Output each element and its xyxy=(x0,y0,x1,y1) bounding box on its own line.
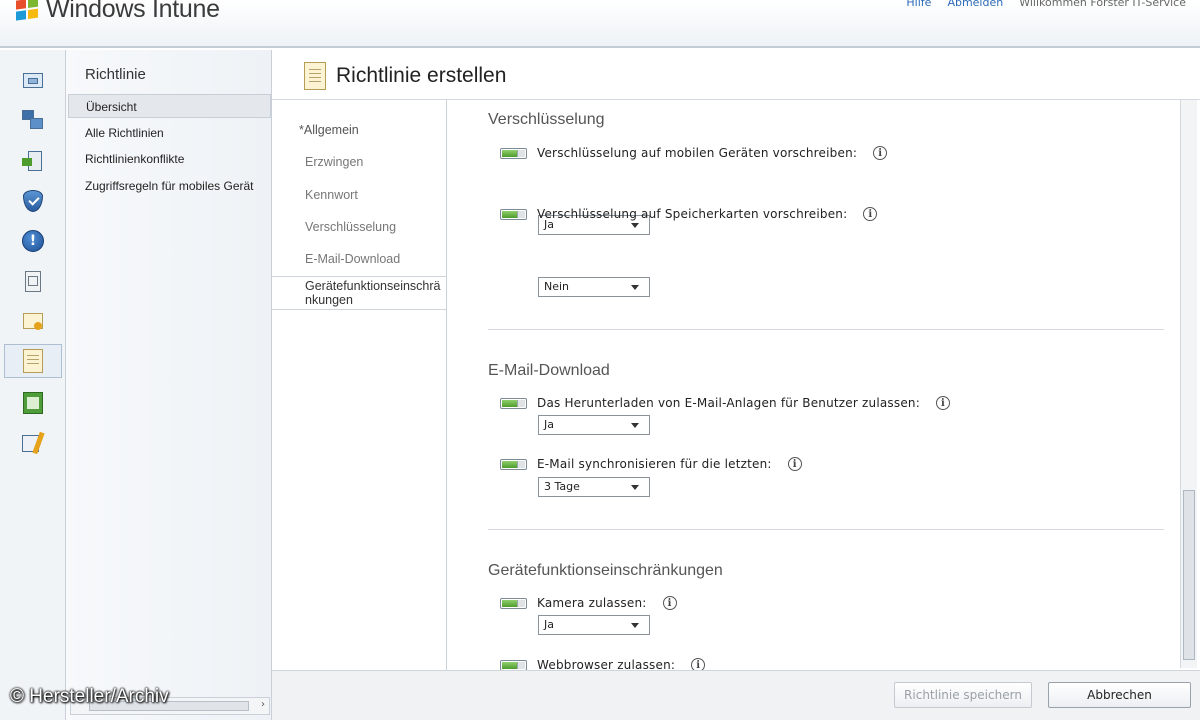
setting-row: Kamera zulassen: i xyxy=(500,596,677,610)
setting-row: Verschlüsselung auf Speicherkarten vorsc… xyxy=(500,207,878,221)
setting-row: Verschlüsselung auf mobilen Geräten vors… xyxy=(500,146,888,160)
action-footer: Richtlinie speichern Abbrechen xyxy=(272,670,1200,720)
chevron-down-icon xyxy=(631,623,639,628)
page-header: Richtlinie erstellen xyxy=(304,62,506,90)
cancel-button[interactable]: Abbrechen xyxy=(1048,682,1191,708)
info-icon[interactable]: i xyxy=(662,596,677,610)
setting-label: Das Herunterladen von E-Mail-Anlagen für… xyxy=(537,396,920,410)
setting-label: Kamera zulassen: xyxy=(537,596,647,610)
alerts-icon[interactable]: ! xyxy=(6,224,60,258)
select-attachment-download[interactable]: Ja xyxy=(538,415,650,435)
step-device-restrictions[interactable]: Gerätefunktionseinschrä nkungen xyxy=(272,276,446,310)
select-value: Nein xyxy=(544,280,570,293)
setting-row: Webbrowser zulassen: i xyxy=(500,658,706,670)
nav-item-overview[interactable]: Übersicht xyxy=(68,94,271,118)
info-icon[interactable]: i xyxy=(691,658,706,670)
app-logo: Windows Intune xyxy=(16,0,220,24)
policy-document-icon xyxy=(304,62,326,90)
select-value: Ja xyxy=(544,418,554,431)
policy-icon[interactable] xyxy=(4,344,62,378)
info-icon[interactable]: i xyxy=(787,457,802,471)
select-email-sync-period[interactable]: 3 Tage xyxy=(538,477,650,497)
setting-row: E-Mail synchronisieren für die letzten: … xyxy=(500,457,802,471)
help-link[interactable]: Hilfe xyxy=(906,0,931,9)
workspace-rail: ! xyxy=(0,50,66,720)
app-header: Windows Intune Hilfe Abmelden Willkommen… xyxy=(0,0,1200,48)
select-value: Ja xyxy=(544,618,554,631)
setting-label: Verschlüsselung auf mobilen Geräten vors… xyxy=(537,146,858,160)
nav-item-policy-conflicts[interactable]: Richtlinienkonflikte xyxy=(68,147,271,171)
setting-row: Das Herunterladen von E-Mail-Anlagen für… xyxy=(500,396,950,410)
computers-icon[interactable] xyxy=(6,104,60,138)
reports-icon[interactable] xyxy=(6,386,60,420)
nav-item-mobile-access-rules[interactable]: Zugriffsregeln für mobiles Gerät xyxy=(68,174,271,198)
info-icon[interactable]: i xyxy=(863,207,878,221)
signout-link[interactable]: Abmelden xyxy=(947,0,1003,9)
setting-toggle[interactable] xyxy=(500,597,527,609)
administration-icon[interactable] xyxy=(6,426,60,460)
select-camera[interactable]: Ja xyxy=(538,615,650,635)
chevron-down-icon xyxy=(631,223,639,228)
content-vertical-scrollbar[interactable] xyxy=(1180,100,1197,668)
setting-label: E-Mail synchronisieren für die letzten: xyxy=(537,457,772,471)
chevron-down-icon xyxy=(631,485,639,490)
scrollbar-thumb[interactable] xyxy=(1183,490,1195,660)
system-overview-icon[interactable] xyxy=(6,64,60,98)
app-title: Windows Intune xyxy=(46,0,220,23)
section-divider xyxy=(488,329,1164,330)
nav-item-all-policies[interactable]: Alle Richtlinien xyxy=(68,121,271,145)
header-links: Hilfe Abmelden Willkommen Forster IT-Ser… xyxy=(906,0,1186,9)
endpoint-protection-icon[interactable] xyxy=(6,184,60,218)
setting-label: Webbrowser zulassen: xyxy=(537,658,676,670)
chevron-down-icon xyxy=(631,285,639,290)
step-email-download[interactable]: E-Mail-Download xyxy=(305,252,400,266)
step-enforce[interactable]: Erzwingen xyxy=(305,155,363,169)
welcome-text: Willkommen Forster IT-Service xyxy=(1019,0,1186,9)
setting-toggle[interactable] xyxy=(500,397,527,409)
scroll-right-icon[interactable]: › xyxy=(261,699,265,710)
setting-toggle[interactable] xyxy=(500,147,527,159)
setting-label: Verschlüsselung auf Speicherkarten vorsc… xyxy=(537,207,848,221)
setting-toggle[interactable] xyxy=(500,208,527,220)
setting-toggle[interactable] xyxy=(500,659,527,670)
step-encryption[interactable]: Verschlüsselung xyxy=(305,220,396,234)
chevron-down-icon xyxy=(631,423,639,428)
software-icon[interactable] xyxy=(6,264,60,298)
select-storage-encryption[interactable]: Nein xyxy=(538,277,650,297)
section-title-encryption: Verschlüsselung xyxy=(488,111,605,128)
main-panel: Richtlinie erstellen *Allgemein Erzwinge… xyxy=(272,50,1200,720)
info-icon[interactable]: i xyxy=(873,146,888,160)
nav-title: Richtlinie xyxy=(85,66,146,83)
page-title: Richtlinie erstellen xyxy=(336,64,507,87)
setting-toggle[interactable] xyxy=(500,458,527,470)
section-title-email: E-Mail-Download xyxy=(488,362,610,379)
section-title-device-restrictions: Gerätefunktionseinschränkungen xyxy=(488,562,723,579)
select-value: 3 Tage xyxy=(544,480,580,493)
save-policy-button[interactable]: Richtlinie speichern xyxy=(894,682,1032,708)
copyright-watermark: © Hersteller/Archiv xyxy=(10,686,169,707)
left-navigation: Richtlinie Übersicht Alle Richtlinien Ri… xyxy=(66,50,272,720)
info-icon[interactable]: i xyxy=(935,396,950,410)
step-general[interactable]: *Allgemein xyxy=(299,123,359,137)
licenses-icon[interactable] xyxy=(6,304,60,338)
settings-content: Verschlüsselung Verschlüsselung auf mobi… xyxy=(448,100,1183,670)
section-divider xyxy=(488,529,1164,530)
wizard-steps: *Allgemein Erzwingen Kennwort Verschlüss… xyxy=(272,100,447,670)
step-password[interactable]: Kennwort xyxy=(305,188,358,202)
updates-icon[interactable] xyxy=(6,144,60,178)
windows-logo-icon xyxy=(16,0,40,22)
